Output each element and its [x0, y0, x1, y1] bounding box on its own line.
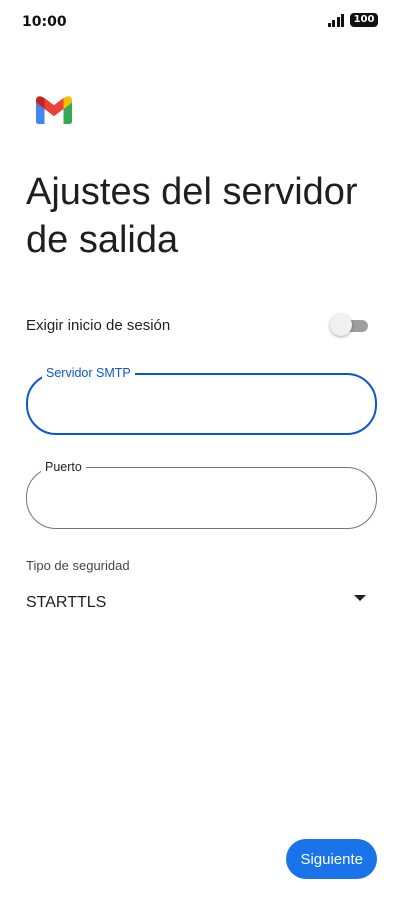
security-type-value: STARTTLS: [26, 594, 107, 611]
port-input[interactable]: [47, 482, 356, 514]
smtp-server-field[interactable]: Servidor SMTP: [26, 365, 377, 435]
security-type-label: Tipo de seguridad: [26, 558, 130, 573]
smtp-server-label: Servidor SMTP: [42, 365, 135, 381]
require-signin-toggle[interactable]: [330, 314, 368, 336]
port-field[interactable]: Puerto: [26, 459, 377, 529]
toggle-thumb: [330, 314, 352, 336]
next-button[interactable]: Siguiente: [286, 839, 377, 879]
signal-bars-icon: [327, 13, 344, 27]
page-title: Ajustes del servidor de salida: [26, 171, 358, 261]
status-icons: 100: [327, 13, 378, 27]
gmail-logo-icon: [36, 96, 72, 124]
battery-level: 100: [350, 13, 378, 27]
require-signin-row: Exigir inicio de sesión: [26, 310, 368, 340]
security-type-dropdown[interactable]: STARTTLS: [26, 588, 368, 618]
dropdown-arrow-icon: [354, 595, 366, 601]
status-time: 10:00: [22, 14, 67, 30]
smtp-server-input[interactable]: [48, 389, 355, 421]
require-signin-label: Exigir inicio de sesión: [26, 316, 171, 334]
port-label: Puerto: [41, 459, 86, 475]
status-bar: 10:00 100: [0, 0, 404, 44]
